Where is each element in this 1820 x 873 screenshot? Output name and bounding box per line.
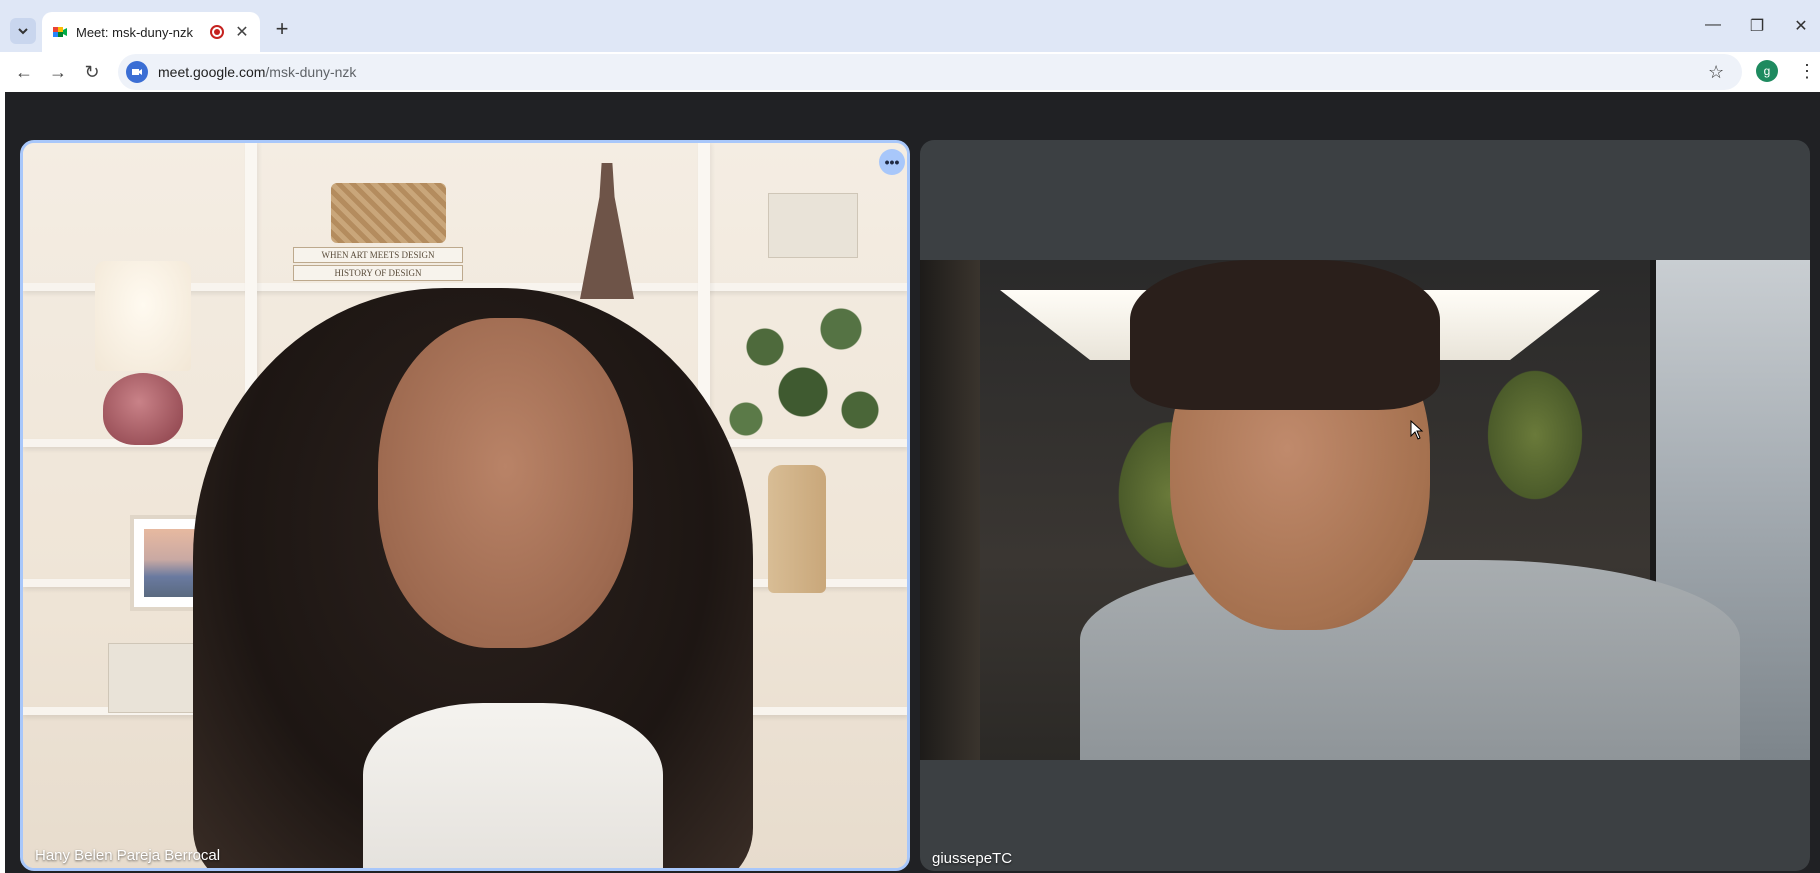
participant-name: giussepeTC [932,850,1013,867]
participant-name: Hany Belen Pareja Berrocal [35,847,221,864]
stone-wall [920,260,980,760]
star-icon[interactable]: ☆ [1708,54,1724,90]
plant-pot [768,465,826,593]
book-spine: WHEN ART MEETS DESIGN [293,247,463,263]
meet-site-icon[interactable] [126,61,148,83]
participant-tile-hany[interactable]: WHEN ART MEETS DESIGN HISTORY OF DESIGN … [20,140,910,871]
close-icon[interactable]: ✕ [234,22,250,42]
restore-icon[interactable]: ❐ [1742,16,1772,36]
close-window-icon[interactable]: ✕ [1786,16,1816,36]
participant-tile-giussepe[interactable]: giussepeTC [920,140,1810,871]
tab-strip: Meet: msk-duny-nzk ✕ + — ❐ ✕ [0,0,1820,52]
meet-stage: WHEN ART MEETS DESIGN HISTORY OF DESIGN … [5,92,1820,873]
lamp [95,261,191,371]
recording-icon [210,25,224,39]
decor-cubes [108,643,198,713]
participant-face [378,318,633,648]
avatar[interactable]: g [1756,60,1778,82]
url-host: meet.google.com [158,64,266,80]
mouse-cursor [1410,420,1424,440]
tree [1480,360,1590,510]
basket [331,183,446,243]
browser-toolbar: ← → ↻ meet.google.com/msk-duny-nzk ☆ [0,52,1820,92]
minimize-icon[interactable]: — [1698,16,1728,34]
more-options-icon[interactable]: ••• [879,149,905,175]
kebab-menu-icon[interactable]: ⋮ [1798,58,1816,84]
plant [708,293,898,473]
url-path: /msk-duny-nzk [265,64,357,80]
meet-favicon [53,27,67,37]
participant-hair [1130,260,1440,410]
plus-icon[interactable]: + [270,18,294,40]
participant-video [920,260,1810,760]
book-spine: HISTORY OF DESIGN [293,265,463,281]
tab-search-icon[interactable] [10,18,36,44]
decor-cubes [768,193,858,258]
participant-shirt [1080,560,1740,760]
reload-icon[interactable]: ↻ [80,60,104,84]
tab-title: Meet: msk-duny-nzk [76,24,194,40]
address-bar[interactable]: meet.google.com/msk-duny-nzk [118,54,1742,90]
tab-meet[interactable]: Meet: msk-duny-nzk ✕ [42,12,260,52]
lamp-base [103,373,183,445]
participant-shirt [363,703,663,868]
back-icon[interactable]: ← [12,60,36,84]
forward-icon[interactable]: → [46,60,70,84]
